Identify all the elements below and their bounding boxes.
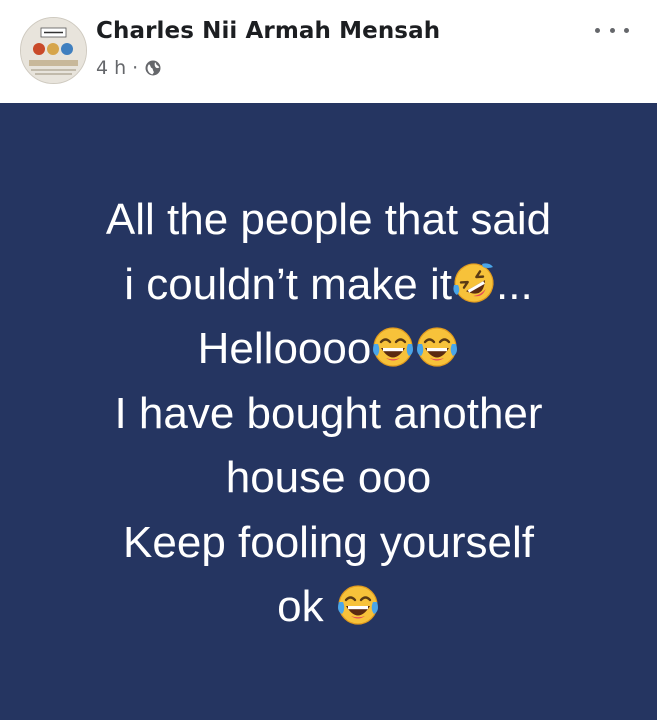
avatar-image xyxy=(21,18,86,83)
post-text-segment: Helloooo xyxy=(197,324,372,373)
post-time[interactable]: 4 h xyxy=(96,57,126,79)
avatar[interactable] xyxy=(20,17,87,84)
post-text-segment: ok xyxy=(277,582,336,631)
post-text-line: All the people that said xyxy=(0,188,657,253)
meta-separator: · xyxy=(132,57,139,79)
post-text-line: i couldn’t make it... xyxy=(0,253,657,318)
post-text-segment: Keep fooling yourself xyxy=(123,517,534,567)
post-text-segment: All the people that said xyxy=(105,195,552,244)
post-text: All the people that said i couldn’t make … xyxy=(0,188,657,640)
face-with-tears-of-joy-emoji-icon xyxy=(417,327,458,367)
post-text-line: Keep fooling yourself xyxy=(0,511,657,576)
face-with-tears-of-joy-emoji-icon xyxy=(337,585,378,625)
post-text-line: I have bought another xyxy=(0,382,657,447)
post-body: All the people that said i couldn’t make … xyxy=(0,103,657,720)
post-header: Charles Nii Armah Mensah 4 h · xyxy=(0,0,657,103)
rolling-on-floor-laughing-emoji-icon xyxy=(453,262,494,303)
more-horizontal-icon xyxy=(609,27,615,33)
more-horizontal-icon xyxy=(595,27,600,33)
post-text-line: house ooo xyxy=(0,446,657,511)
post-text-segment: i couldn’t make it xyxy=(124,259,452,309)
post-text-line: ok xyxy=(0,575,657,640)
post-text-suffix: ... xyxy=(496,259,533,309)
post-text-segment: house ooo xyxy=(225,453,432,502)
post-meta: 4 h · xyxy=(96,57,162,79)
face-with-tears-of-joy-emoji-icon xyxy=(373,327,414,367)
globe-icon[interactable] xyxy=(144,59,162,77)
author-name[interactable]: Charles Nii Armah Mensah xyxy=(96,18,440,44)
post-text-segment: I have bought another xyxy=(114,388,543,438)
post-text-line: Helloooo xyxy=(0,317,657,382)
more-options-button[interactable] xyxy=(595,22,629,38)
more-horizontal-icon xyxy=(624,27,629,33)
